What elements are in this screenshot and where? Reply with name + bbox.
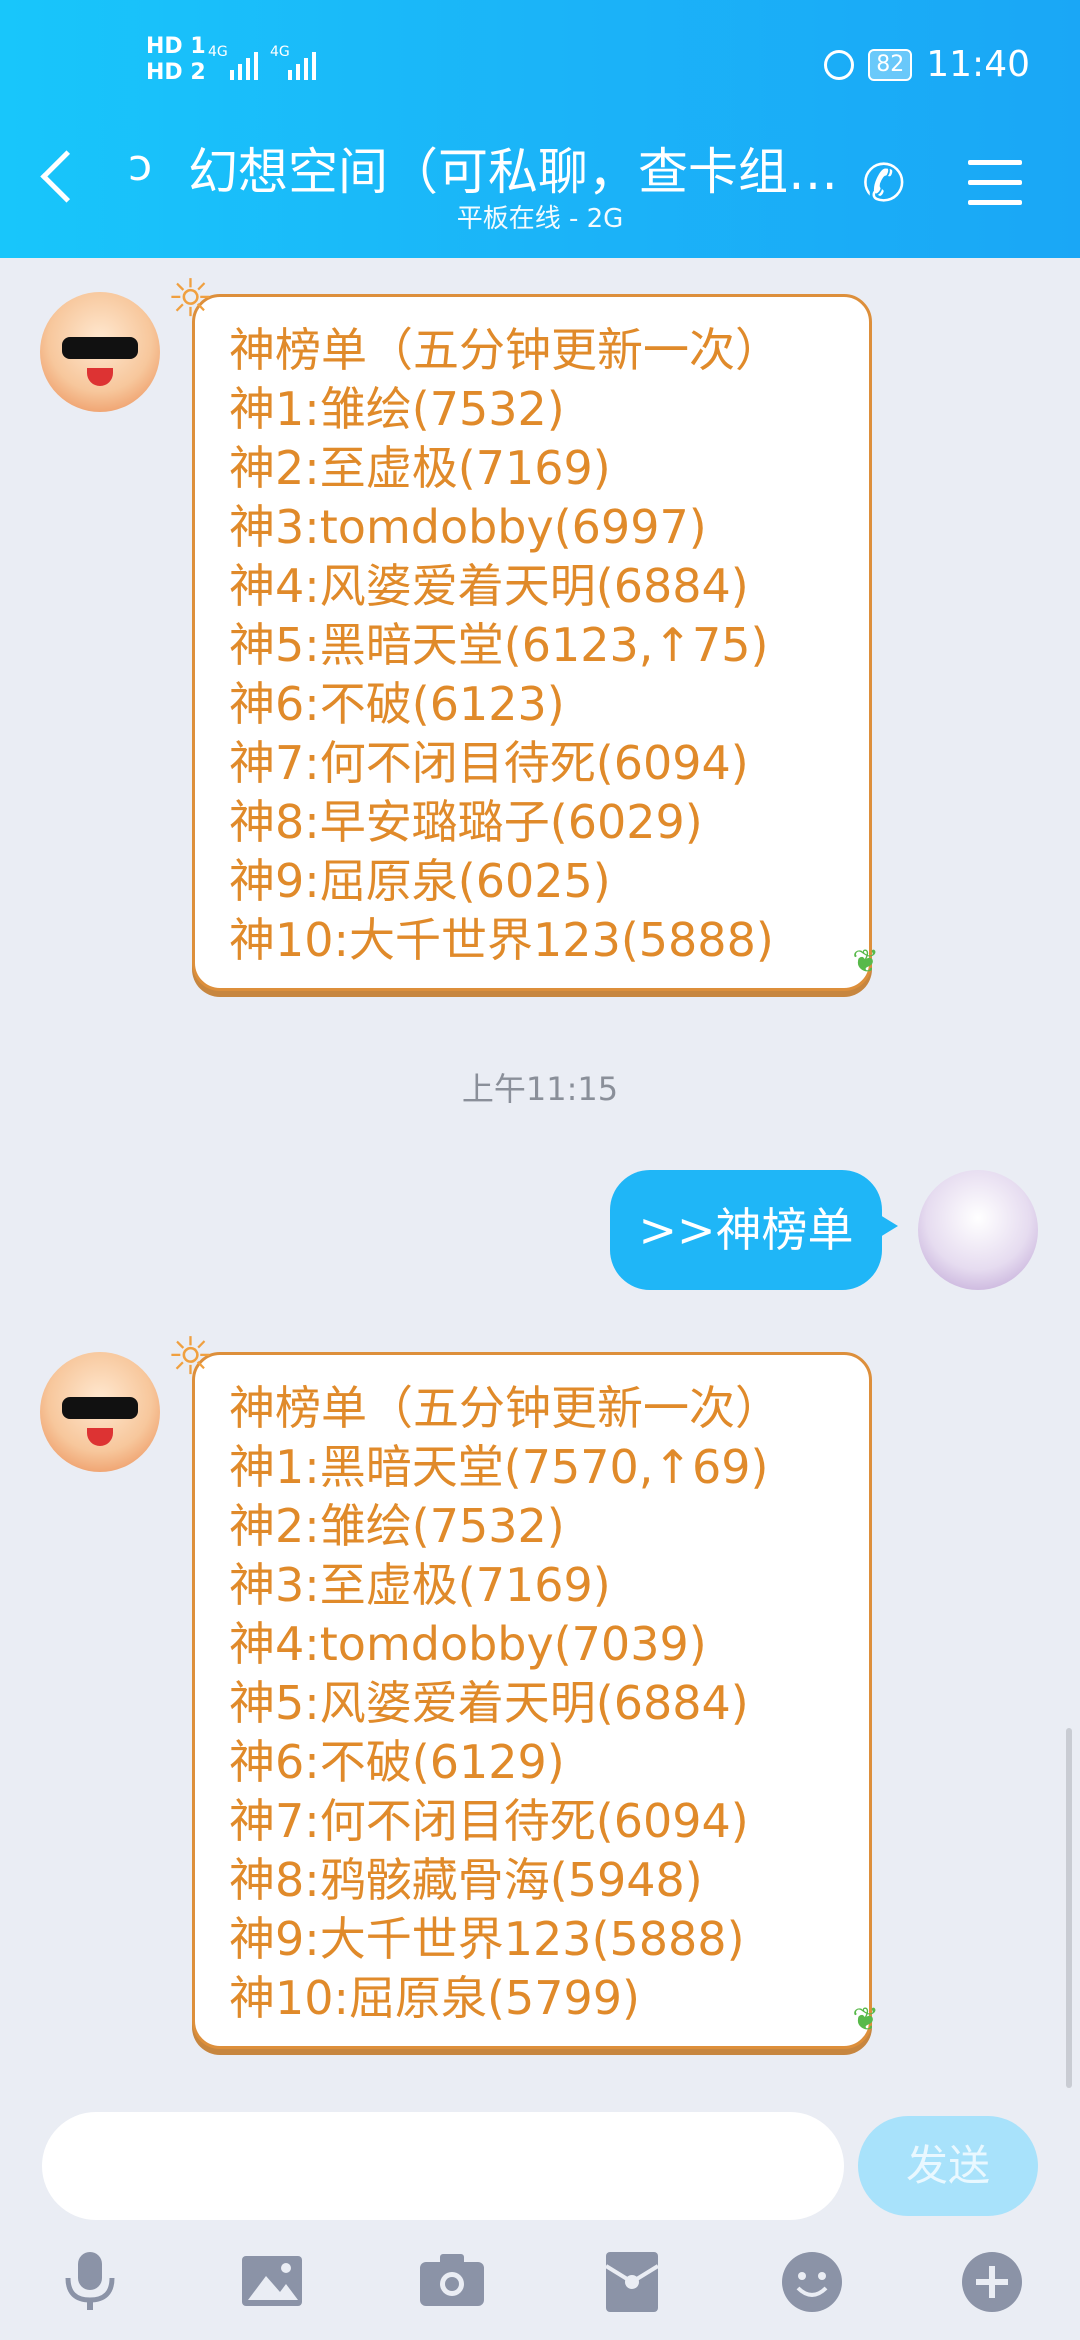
ear-icon[interactable]: ↄ xyxy=(128,140,152,191)
message-line: 神4:风婆爱着天明(6884) xyxy=(229,559,749,613)
net2-label: 4G xyxy=(270,44,290,60)
message-line: 神1:雏绘(7532) xyxy=(229,382,565,436)
chat-subtitle: 平板在线 - 2G xyxy=(456,204,624,234)
message-line: 神2:雏绘(7532) xyxy=(229,1499,565,1553)
timestamp: 上午11:15 xyxy=(461,1070,619,1108)
menu-icon[interactable] xyxy=(968,160,1022,220)
message-line: 神1:黑暗天堂(7570,↑69) xyxy=(229,1440,769,1494)
message-line: 神榜单（五分钟更新一次） xyxy=(229,323,781,377)
sender-avatar[interactable] xyxy=(40,1352,160,1472)
message-line: 神9:大千世界123(5888) xyxy=(229,1912,745,1966)
message-line: 神4:tomdobby(7039) xyxy=(229,1617,707,1671)
message-line: 神2:至虚极(7169) xyxy=(229,441,611,495)
user-avatar[interactable] xyxy=(918,1170,1038,1290)
emoji-icon[interactable] xyxy=(772,2250,852,2328)
message-input[interactable] xyxy=(42,2112,844,2220)
message-line: 神8:鸦骸藏骨海(5948) xyxy=(229,1853,703,1907)
message-bubble[interactable]: ☼ 神榜单（五分钟更新一次） 神1:黑暗天堂(7570,↑69) 神2:雏绘(7… xyxy=(167,1327,879,2049)
message-line: 神8:早安璐璐子(6029) xyxy=(229,795,703,849)
message-line: 神5:黑暗天堂(6123,↑75) xyxy=(229,618,769,672)
message-line: 神7:何不闭目待死(6094) xyxy=(229,1794,749,1848)
leaf-icon: ❦ xyxy=(852,942,879,980)
hd2-label: HD 2 xyxy=(146,60,206,85)
input-toolbar xyxy=(0,2240,1080,2340)
message-line: 神7:何不闭目待死(6094) xyxy=(229,736,749,790)
message-line: 神10:屈原泉(5799) xyxy=(229,1971,640,2025)
message-line: 神5:风婆爱着天明(6884) xyxy=(229,1676,749,1730)
message-line: 神9:屈原泉(6025) xyxy=(229,854,611,908)
chat-header: HD 1 HD 2 4G 4G 82 11:40 ↄ 幻想空间（可私聊，查卡组…… xyxy=(0,0,1080,258)
net1-label: 4G xyxy=(208,44,228,60)
message-line: 神10:大千世界123(5888) xyxy=(229,913,774,967)
image-icon[interactable] xyxy=(232,2250,312,2324)
red-packet-icon[interactable] xyxy=(592,2250,672,2328)
message-line: 神3:tomdobby(6997) xyxy=(229,500,707,554)
message-bubble[interactable]: ☼ 神榜单（五分钟更新一次） 神1:雏绘(7532) 神2:至虚极(7169) … xyxy=(167,269,879,991)
microphone-icon[interactable] xyxy=(50,2250,130,2328)
alarm-icon xyxy=(824,49,855,80)
hd1-label: HD 1 xyxy=(146,34,206,59)
sun-icon: ☼ xyxy=(167,1327,214,1387)
sender-avatar[interactable] xyxy=(40,292,160,412)
status-right: 82 11:40 xyxy=(824,44,1030,85)
chat-title: 幻想空间（可私聊，查卡组… xyxy=(188,143,838,201)
camera-icon[interactable] xyxy=(412,2250,492,2324)
signal-icon: 4G 4G xyxy=(208,44,328,88)
leaf-icon: ❦ xyxy=(852,2000,879,2038)
clock: 11:40 xyxy=(926,44,1030,85)
battery-icon: 82 xyxy=(868,48,913,81)
message-line: 神6:不破(6123) xyxy=(229,677,565,731)
message-line: 神6:不破(6129) xyxy=(229,1735,565,1789)
message-line: 神榜单（五分钟更新一次） xyxy=(229,1381,781,1435)
back-icon[interactable] xyxy=(40,150,93,203)
sim-indicators: HD 1 HD 2 xyxy=(146,34,206,86)
message-line: 神3:至虚极(7169) xyxy=(229,1558,611,1612)
phone-icon[interactable]: ✆ xyxy=(862,154,906,214)
sent-message-bubble[interactable]: >>神榜单 xyxy=(610,1170,898,1290)
status-bar: HD 1 HD 2 4G 4G 82 11:40 xyxy=(0,0,1080,110)
plus-icon[interactable] xyxy=(952,2250,1032,2328)
sun-icon: ☼ xyxy=(167,269,214,329)
send-button[interactable]: 发送 xyxy=(858,2116,1038,2216)
scrollbar[interactable] xyxy=(1066,1728,1072,2088)
